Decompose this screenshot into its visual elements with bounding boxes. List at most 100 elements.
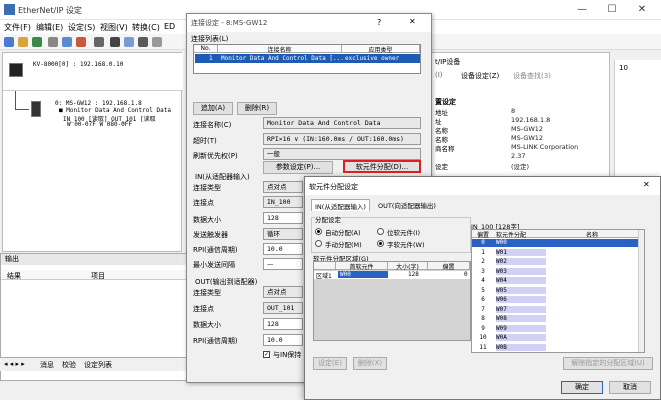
- conn-name-select[interactable]: Monitor Data And Control Data: [263, 117, 421, 129]
- tab-messages[interactable]: 消息: [40, 360, 54, 370]
- radio-auto[interactable]: [315, 228, 322, 235]
- tab-nav-icon[interactable]: ◂ ◂ ▸ ▸: [4, 360, 25, 368]
- menu-convert[interactable]: 转换(C): [132, 22, 160, 33]
- output-columns: 结果 项目: [1, 270, 191, 280]
- menu-view[interactable]: 视图(V): [100, 22, 128, 33]
- props-tab-device-settings[interactable]: 设备设定(Z): [461, 71, 499, 81]
- map-row-device: W08: [496, 315, 546, 322]
- map-row[interactable]: 9 W09: [472, 324, 638, 333]
- in-size-label: 数据大小: [193, 216, 221, 224]
- props-tab-device-search[interactable]: 设备查找(3): [513, 71, 551, 81]
- help-button[interactable]: ?: [377, 18, 381, 27]
- out-section-label: OUT(输出到适配器): [195, 278, 258, 286]
- params-button[interactable]: 参数设定(P)...: [263, 161, 333, 174]
- menu-file[interactable]: 文件(F): [4, 22, 31, 33]
- set-button[interactable]: 设定(E): [313, 357, 347, 370]
- extra-icon[interactable]: [152, 37, 162, 47]
- map-row[interactable]: 2 W02: [472, 258, 638, 266]
- edit-icon[interactable]: [124, 37, 134, 47]
- connection-row[interactable]: 1 Monitor Data And Control Data [... exc…: [195, 54, 420, 63]
- cut-icon[interactable]: [48, 37, 58, 47]
- map-row[interactable]: 6 W06: [472, 296, 638, 304]
- remove-area-button[interactable]: 删除(X): [353, 357, 387, 370]
- setting-icon[interactable]: [138, 37, 148, 47]
- minimize-button[interactable]: —: [568, 2, 596, 18]
- sync-checkbox[interactable]: ✓: [263, 351, 270, 358]
- col-item[interactable]: 项目: [91, 271, 105, 281]
- out-conn-type[interactable]: 点对点: [263, 286, 303, 298]
- copy-icon[interactable]: [62, 37, 72, 47]
- new-icon[interactable]: [4, 37, 14, 47]
- out-point[interactable]: OUT_101: [263, 302, 303, 314]
- prop-key: 设定: [435, 163, 448, 171]
- in-conn-type-label: 连接类型: [193, 184, 221, 192]
- map-row-device: W00: [496, 239, 507, 246]
- device-icon[interactable]: [94, 37, 104, 47]
- paste-icon[interactable]: [76, 37, 86, 47]
- radio-word[interactable]: [377, 240, 384, 247]
- menu-settings[interactable]: 设定(S): [68, 22, 95, 33]
- open-icon[interactable]: [18, 37, 28, 47]
- tab-in[interactable]: IN(从适配器输入): [311, 199, 370, 211]
- map-row[interactable]: 8 W08: [472, 315, 638, 323]
- tab-check[interactable]: 校验: [62, 360, 76, 370]
- app-logo-icon: [4, 4, 15, 15]
- map-row[interactable]: 11 W0B: [472, 343, 638, 352]
- master-label[interactable]: KV-8000[0] : 192.168.0.10: [33, 61, 123, 68]
- in-point[interactable]: IN_100: [263, 196, 303, 208]
- in-min-interval[interactable]: —: [263, 258, 303, 270]
- plc-icon: [9, 63, 23, 77]
- in-size[interactable]: 128: [263, 212, 303, 224]
- menu-more[interactable]: ED: [164, 22, 175, 31]
- monitor-icon[interactable]: [110, 37, 120, 47]
- map-row-device: W03: [496, 267, 546, 275]
- ok-button[interactable]: 确定: [561, 381, 603, 394]
- map-row[interactable]: 0 W00: [472, 239, 638, 247]
- map-row[interactable]: 10 W0A: [472, 334, 638, 342]
- area-row-device[interactable]: W00: [338, 271, 388, 278]
- out-rpi[interactable]: 10.0: [263, 334, 303, 346]
- device-node[interactable]: 0: MS-GW12 : 192.168.1.8: [55, 100, 142, 107]
- area-row[interactable]: 区域1 W00 128 0: [314, 271, 470, 280]
- props-tab-1[interactable]: (I): [435, 71, 443, 79]
- map-row[interactable]: 1 W01: [472, 248, 638, 257]
- map-row[interactable]: 4 W04: [472, 277, 638, 285]
- delete-button[interactable]: 删除(R): [237, 102, 277, 115]
- maximize-button[interactable]: ☐: [598, 2, 626, 18]
- map-row-device: W06: [496, 296, 546, 303]
- map-scrollbar[interactable]: [638, 230, 644, 352]
- close-button[interactable]: ✕: [628, 2, 656, 18]
- mapping-table: 偏置 软元件分配 名称 0 W00 1 W01 2 W02 3 W03 4 W04 5 W05 6 W06…: [471, 229, 645, 353]
- map-row-offset: 5: [481, 286, 485, 294]
- cancel-button[interactable]: 取消: [609, 381, 651, 394]
- save-icon[interactable]: [32, 37, 42, 47]
- map-row[interactable]: 5 W05: [472, 286, 638, 295]
- conn-close-button[interactable]: ✕: [409, 17, 416, 26]
- release-area-button[interactable]: 解除指定的分配区域(U): [563, 357, 653, 370]
- prop-value: MS-GW12: [511, 125, 544, 133]
- in-rpi[interactable]: 10.0: [263, 243, 303, 255]
- area-row-offset[interactable]: 0: [464, 271, 468, 278]
- radio-bit[interactable]: [377, 228, 384, 235]
- props-header: t/IP设备: [435, 58, 461, 66]
- add-button[interactable]: 追加(A): [193, 102, 233, 115]
- col-result[interactable]: 结果: [7, 271, 21, 281]
- device-range: W 00-07F W 080-0FF: [67, 121, 133, 128]
- area-row-size[interactable]: 128: [408, 271, 419, 278]
- timeout-select[interactable]: RPI×16 ∨ (IN:160.0ms / OUT:160.0ms): [263, 133, 421, 145]
- device-conn[interactable]: ■ Monitor Data And Control Data: [59, 107, 171, 114]
- tab-out[interactable]: OUT(向适配器输出): [375, 199, 439, 211]
- assign-close-button[interactable]: ✕: [643, 180, 650, 189]
- priority-select[interactable]: 一般: [263, 148, 421, 160]
- radio-manual[interactable]: [315, 240, 322, 247]
- out-size[interactable]: 128: [263, 318, 303, 330]
- in-trigger[interactable]: 循环: [263, 228, 303, 240]
- device-assign-button[interactable]: 软元件分配(D)...: [343, 160, 421, 173]
- in-conn-type[interactable]: 点对点: [263, 181, 303, 193]
- out-size-label: 数据大小: [193, 321, 221, 329]
- map-row[interactable]: 7 W07: [472, 305, 638, 314]
- map-row[interactable]: 3 W03: [472, 267, 638, 276]
- tab-setting-list[interactable]: 设定列表: [84, 360, 112, 370]
- map-header: 偏置 软元件分配 名称: [472, 230, 638, 239]
- menu-edit[interactable]: 编辑(E): [36, 22, 63, 33]
